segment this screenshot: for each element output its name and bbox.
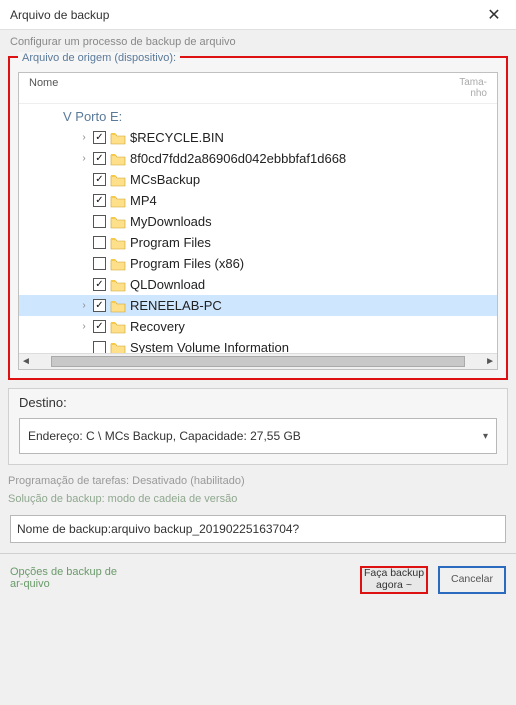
backup-now-button[interactable]: Faça backup agora ~ [360,566,428,594]
col-name[interactable]: Nome [29,77,58,99]
chevron-down-icon: ▾ [483,431,488,442]
tree-root[interactable]: V Porto E: [19,106,497,127]
backup-name-field[interactable]: Nome de backup: arquivo backup_201902251… [10,515,506,543]
checkbox[interactable] [93,278,106,291]
tree-body[interactable]: V Porto E: › $RECYCLE.BIN › 8f0cd7fdd2a8690… [19,104,497,353]
tree-row[interactable]: System Volume Information [19,337,497,353]
schedule-text: Programação de tarefas: Desativado (habi… [8,475,508,487]
checkbox[interactable] [93,257,106,270]
expand-icon[interactable]: › [79,300,89,311]
source-group: Arquivo de origem (dispositivo): Nome Ta… [8,56,508,380]
tree-row-label: 8f0cd7fdd2a86906d042ebbbfaf1d668 [130,151,346,166]
tree-row-label: MP4 [130,193,157,208]
file-tree: Nome Tama- nho V Porto E: ›$RECYCLE.BIN›… [18,72,498,370]
checkbox[interactable] [93,320,106,333]
tree-row[interactable]: › Recovery [19,316,497,337]
tree-row[interactable]: › RENEELAB-PC [19,295,497,316]
tree-header: Nome Tama- nho [19,73,497,104]
source-legend: Arquivo de origem (dispositivo): [18,52,180,64]
tree-row[interactable]: MyDownloads [19,211,497,232]
tree-row[interactable]: › $RECYCLE.BIN [19,127,497,148]
tree-row-label: Program Files [130,235,211,250]
checkbox[interactable] [93,236,106,249]
scroll-left-icon[interactable]: ◄ [21,356,31,367]
tree-row[interactable]: › 8f0cd7fdd2a86906d042ebbbfaf1d668 [19,148,497,169]
col-size[interactable]: Tama- nho [459,77,487,99]
checkbox[interactable] [93,152,106,165]
folder-icon [110,257,126,271]
folder-icon [110,131,126,145]
destination-select[interactable]: Endereço: C \ MCs Backup, Capacidade: 27… [19,418,497,454]
tree-row[interactable]: QLDownload [19,274,497,295]
tree-row-label: MCsBackup [130,172,200,187]
scroll-right-icon[interactable]: ► [485,356,495,367]
folder-icon [110,173,126,187]
checkbox[interactable] [93,299,106,312]
scroll-thumb[interactable] [51,356,465,367]
destination-label: Destino: [19,395,497,410]
checkbox[interactable] [93,131,106,144]
horizontal-scrollbar[interactable]: ◄ ► [19,353,497,369]
folder-icon [110,320,126,334]
destination-value: Endereço: C \ MCs Backup, Capacidade: 27… [28,429,301,443]
footer: Opções de backup de ar-quivo Faça backup… [0,553,516,594]
tree-row-label: Program Files (x86) [130,256,244,271]
folder-icon [110,215,126,229]
close-icon[interactable]: ✕ [480,1,508,29]
cancel-button[interactable]: Cancelar [438,566,506,594]
tree-row[interactable]: Program Files (x86) [19,253,497,274]
backup-name-value: arquivo backup_20190225163704? [111,522,299,536]
checkbox[interactable] [93,215,106,228]
checkbox[interactable] [93,173,106,186]
tree-row[interactable]: MP4 [19,190,497,211]
expand-icon[interactable]: › [79,153,89,164]
folder-icon [110,278,126,292]
tree-row-label: Recovery [130,319,185,334]
checkbox[interactable] [93,194,106,207]
options-link[interactable]: Opções de backup de ar-quivo [10,566,130,590]
folder-icon [110,152,126,166]
backup-name-label: Nome de backup: [17,522,111,536]
expand-icon[interactable]: › [79,321,89,332]
tree-row-label: RENEELAB-PC [130,298,222,313]
tree-row-label: MyDownloads [130,214,212,229]
tree-row-label: QLDownload [130,277,205,292]
checkbox[interactable] [93,341,106,353]
window-title: Arquivo de backup [10,8,109,22]
folder-icon [110,194,126,208]
tree-row-label: System Volume Information [130,340,289,353]
titlebar: Arquivo de backup ✕ [0,0,516,30]
folder-icon [110,299,126,313]
tree-row[interactable]: MCsBackup [19,169,497,190]
folder-icon [110,341,126,354]
solution-text: Solução de backup: modo de cadeia de ver… [8,493,508,505]
expand-icon[interactable]: › [79,132,89,143]
folder-icon [110,236,126,250]
destination-group: Destino: Endereço: C \ MCs Backup, Capac… [8,388,508,465]
tree-row[interactable]: Program Files [19,232,497,253]
tree-row-label: $RECYCLE.BIN [130,130,224,145]
window-subtitle: Configurar um processo de backup de arqu… [0,30,516,50]
